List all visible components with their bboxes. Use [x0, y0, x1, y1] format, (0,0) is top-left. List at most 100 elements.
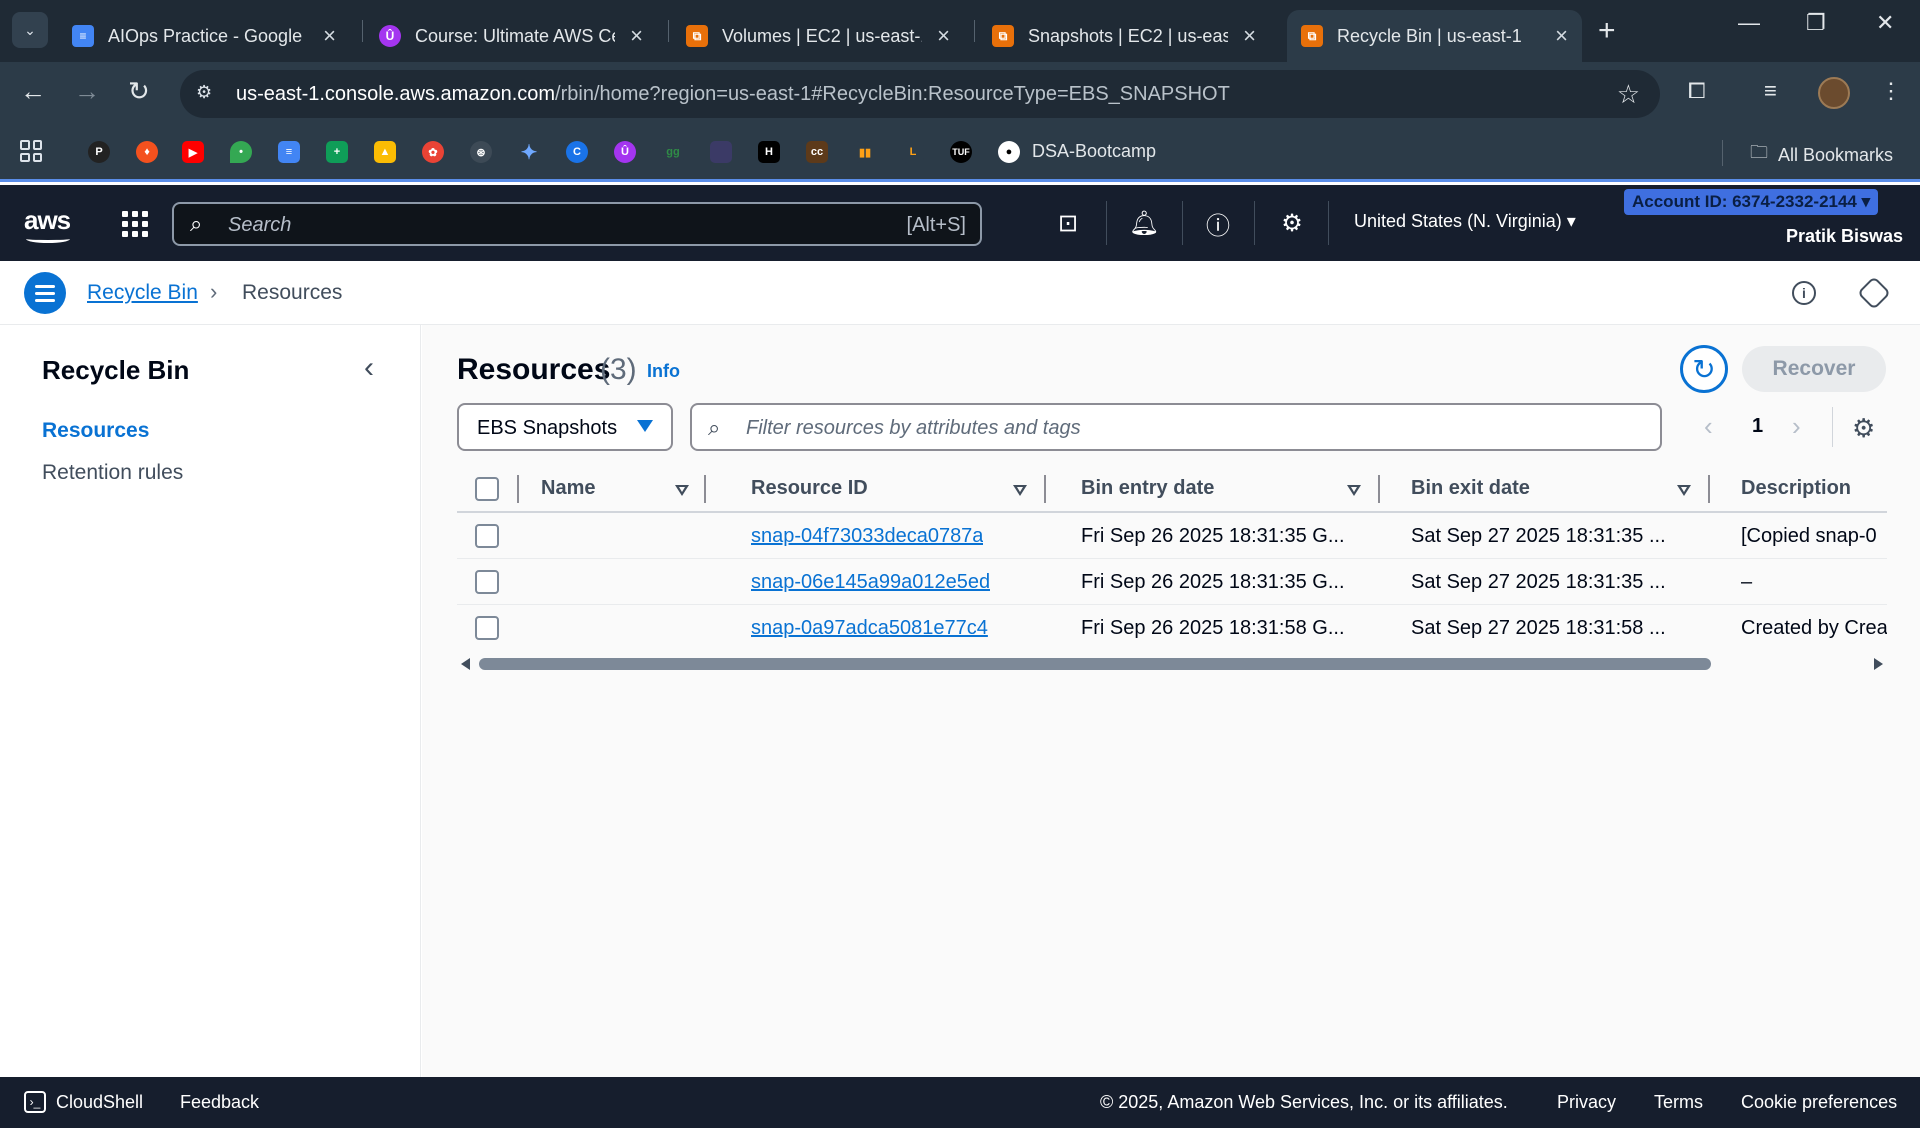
sidebar-item-retention-rules[interactable]: Retention rules [42, 461, 183, 485]
select-all-checkbox[interactable] [475, 477, 499, 501]
column-divider[interactable] [1378, 475, 1380, 503]
table-row[interactable]: snap-04f73033deca0787a Fri Sep 26 2025 1… [457, 513, 1887, 559]
close-icon[interactable]: × [1243, 23, 1256, 49]
sort-icon[interactable] [1677, 485, 1691, 496]
row-checkbox[interactable] [475, 616, 499, 640]
close-icon[interactable]: × [937, 23, 950, 49]
leetcode-icon[interactable]: L [902, 141, 924, 163]
column-divider[interactable] [704, 475, 706, 503]
sort-icon[interactable] [1013, 485, 1027, 496]
column-header-bin-exit-date[interactable]: Bin exit date [1411, 477, 1530, 500]
column-divider[interactable] [1044, 475, 1046, 503]
table-settings-gear-icon[interactable]: ⚙ [1852, 413, 1875, 444]
tab-volumes-ec2[interactable]: ⧉ Volumes | EC2 | us-east-1 × [672, 10, 964, 62]
hamburger-menu-icon[interactable] [24, 272, 66, 314]
scroll-right-arrow-icon[interactable] [1874, 658, 1883, 670]
profile-avatar[interactable] [1818, 77, 1850, 109]
feedback-button[interactable]: Feedback [180, 1092, 259, 1113]
site-info-icon[interactable]: ⚙ [196, 82, 220, 106]
close-icon[interactable]: × [1555, 23, 1568, 49]
sidebar-item-resources[interactable]: Resources [42, 419, 149, 443]
aws-logo[interactable]: aws [24, 205, 71, 243]
tab-recycle-bin[interactable]: ⧉ Recycle Bin | us-east-1 × [1287, 10, 1582, 62]
bookmark-p-icon[interactable]: P [88, 141, 110, 163]
gear-icon[interactable]: ⚙ [1278, 209, 1306, 237]
chatgpt-icon[interactable]: ⊛ [470, 141, 492, 163]
menu-kebab-icon[interactable]: ⋮ [1880, 78, 1902, 104]
settings-hex-icon[interactable] [1857, 276, 1891, 310]
sort-icon[interactable] [1347, 485, 1361, 496]
info-link[interactable]: Info [647, 361, 680, 382]
tab-search-chevron-icon[interactable]: ⌄ [12, 12, 48, 48]
tab-udemy-course[interactable]: Û Course: Ultimate AWS Ce × [365, 10, 657, 62]
gemini-icon[interactable]: ✦ [518, 141, 540, 164]
breadcrumb-recycle-bin[interactable]: Recycle Bin [87, 281, 198, 305]
help-icon[interactable]: ⓘ [1204, 209, 1232, 240]
bookmark-star-icon[interactable]: ☆ [1617, 79, 1640, 110]
resource-id-link[interactable]: snap-0a97adca5081e77c4 [751, 617, 988, 640]
window-close-icon[interactable]: ✕ [1876, 10, 1894, 36]
privacy-link[interactable]: Privacy [1557, 1092, 1616, 1113]
bookmark-square-icon[interactable] [710, 141, 732, 163]
region-selector[interactable]: United States (N. Virginia) ▾ [1354, 211, 1576, 232]
filter-input[interactable]: ⌕ Filter resources by attributes and tag… [690, 403, 1662, 451]
tab-aiops-practice[interactable]: ≡ AIOps Practice - Google D × [58, 10, 350, 62]
udemy-icon[interactable]: Û [614, 141, 636, 163]
resource-id-link[interactable]: snap-04f73033deca0787a [751, 525, 983, 548]
row-checkbox[interactable] [475, 570, 499, 594]
table-row[interactable]: snap-0a97adca5081e77c4 Fri Sep 26 2025 1… [457, 605, 1887, 651]
table-row[interactable]: snap-06e145a99a012e5ed Fri Sep 26 2025 1… [457, 559, 1887, 605]
reload-icon[interactable]: ↻ [128, 76, 150, 107]
account-menu[interactable]: Account ID: 6374-2332-2144 ▾ [1624, 189, 1879, 215]
all-bookmarks-button[interactable]: 🗀 All Bookmarks [1750, 140, 1893, 170]
chevron-left-icon[interactable]: ‹ [364, 351, 374, 385]
column-header-description[interactable]: Description [1741, 477, 1851, 500]
horizontal-scrollbar[interactable] [457, 655, 1887, 673]
back-arrow-icon[interactable]: ← [20, 76, 46, 107]
tab-snapshots-ec2[interactable]: ⧉ Snapshots | EC2 | us-east × [978, 10, 1270, 62]
close-icon[interactable]: × [323, 23, 336, 49]
column-header-name[interactable]: Name [541, 477, 595, 500]
bookmark-fire-icon[interactable]: ♦ [136, 141, 158, 163]
scroll-left-arrow-icon[interactable] [461, 658, 470, 670]
scrollbar-thumb[interactable] [479, 658, 1711, 670]
column-divider[interactable] [1708, 475, 1710, 503]
geeksforgeeks-icon[interactable]: gg [662, 141, 684, 163]
google-photos-icon[interactable]: ✿ [422, 141, 444, 163]
apps-grid-icon[interactable] [20, 140, 42, 162]
maps-icon[interactable]: • [230, 141, 252, 163]
bookmark-c-icon[interactable]: C [566, 141, 588, 163]
terms-link[interactable]: Terms [1654, 1092, 1703, 1113]
bookmark-dsa-bootcamp[interactable]: DSA-Bootcamp [1032, 141, 1156, 162]
cloudshell-icon[interactable]: ⊡ [1054, 209, 1082, 237]
youtube-icon[interactable]: ▶ [182, 141, 204, 163]
cloudshell-icon[interactable]: ›_ [24, 1091, 46, 1113]
info-icon[interactable]: i [1792, 281, 1816, 305]
address-bar[interactable]: ⚙ us-east-1.console.aws.amazon.com/rbin/… [180, 70, 1660, 118]
column-header-resource-id[interactable]: Resource ID [751, 477, 868, 500]
bar-chart-icon[interactable]: ▮▮ [854, 141, 876, 163]
takeuforward-icon[interactable]: TUF [950, 141, 972, 163]
aws-search-input[interactable]: ⌕ Search [Alt+S] [172, 202, 982, 246]
cookie-preferences-link[interactable]: Cookie preferences [1741, 1092, 1897, 1113]
resource-type-select[interactable]: EBS Snapshots [457, 403, 673, 451]
sort-icon[interactable] [675, 485, 689, 496]
google-drive-icon[interactable]: ▲ [374, 141, 396, 163]
hackerrank-icon[interactable]: H [758, 141, 780, 163]
resource-id-link[interactable]: snap-06e145a99a012e5ed [751, 571, 990, 594]
refresh-button[interactable]: ↻ [1680, 345, 1728, 393]
media-controls-icon[interactable]: ≡ [1764, 78, 1777, 104]
codechef-icon[interactable]: cc [806, 141, 828, 163]
new-tab-plus-icon[interactable]: + [1598, 14, 1616, 48]
page-number[interactable]: 1 [1752, 415, 1763, 438]
google-docs-icon[interactable]: ≡ [278, 141, 300, 163]
user-name[interactable]: Pratik Biswas [1786, 226, 1903, 247]
row-checkbox[interactable] [475, 524, 499, 548]
extensions-icon[interactable]: ⧠ [1688, 78, 1706, 104]
restore-icon[interactable]: ❐ [1806, 10, 1826, 36]
google-sheets-icon[interactable]: + [326, 141, 348, 163]
bell-icon[interactable]: 🔔︎ [1129, 209, 1159, 237]
cloudshell-button[interactable]: CloudShell [56, 1092, 143, 1113]
github-icon[interactable]: ● [998, 141, 1020, 163]
close-icon[interactable]: × [630, 23, 643, 49]
